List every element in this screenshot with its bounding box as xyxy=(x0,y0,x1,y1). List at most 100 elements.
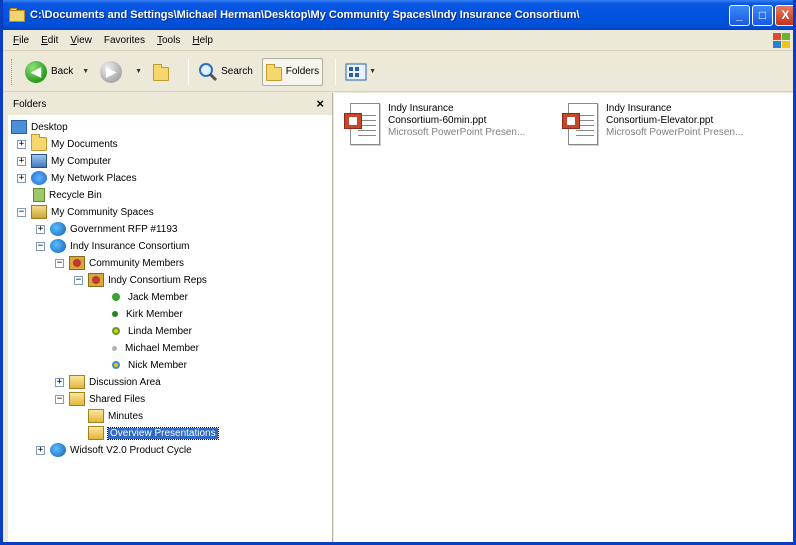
folder-icon xyxy=(31,134,47,151)
expand-icon[interactable]: + xyxy=(55,377,64,387)
tree-item-recycle-bin[interactable]: Recycle Bin xyxy=(31,187,102,203)
space-globe-icon xyxy=(50,443,66,457)
tree-item-my-community-spaces[interactable]: − My Community Spaces xyxy=(17,204,154,220)
tree-label: Michael Member xyxy=(125,342,199,354)
expand-icon[interactable]: + xyxy=(17,156,26,166)
folders-pane: Folders × Desktop + My Documents + My Co… xyxy=(8,93,333,542)
up-folder-icon xyxy=(153,63,170,81)
file-item[interactable]: Indy Insurance Consortium-Elevator.ppt M… xyxy=(562,103,743,147)
collapse-icon[interactable]: − xyxy=(36,241,45,251)
menu-bar: File Edit View Favorites Tools Help xyxy=(3,30,793,51)
powerpoint-file-icon xyxy=(562,103,602,147)
tree-item-my-computer[interactable]: + My Computer xyxy=(17,153,111,169)
windows-logo-icon xyxy=(771,32,791,49)
tree-item-government-rfp[interactable]: + Government RFP #1193 xyxy=(36,221,177,237)
tree-item-widsoft[interactable]: + Widsoft V2.0 Product Cycle xyxy=(36,442,192,458)
tree-label: Minutes xyxy=(108,410,144,422)
tree-label-selected: Overview Presentations xyxy=(107,426,219,440)
members-icon xyxy=(88,273,104,287)
forward-button[interactable]: ▶ xyxy=(97,58,129,86)
close-button[interactable]: X xyxy=(775,5,793,26)
menu-tools-label: ools xyxy=(162,34,181,46)
folders-pane-close-icon[interactable]: × xyxy=(316,96,324,111)
menu-help[interactable]: Help xyxy=(192,35,213,46)
tree-label: Widsoft V2.0 Product Cycle xyxy=(70,444,192,456)
menu-file[interactable]: File xyxy=(13,35,29,46)
tree-item-member[interactable]: Jack Member xyxy=(108,289,188,305)
tree-item-community-members[interactable]: − Community Members xyxy=(55,255,184,271)
file-name-line1: Indy Insurance xyxy=(388,103,454,114)
tree-item-indy-reps[interactable]: − Indy Consortium Reps xyxy=(74,272,207,288)
tree-label: Linda Member xyxy=(128,325,192,337)
back-dropdown-icon[interactable]: ▼ xyxy=(82,68,89,75)
up-folder-button[interactable] xyxy=(150,58,176,86)
tree-label: Recycle Bin xyxy=(49,189,102,201)
tree-item-my-documents[interactable]: + My Documents xyxy=(17,134,118,152)
title-bar[interactable]: C:\Documents and Settings\Michael Herman… xyxy=(3,0,793,30)
tree-item-member[interactable]: Kirk Member xyxy=(108,306,183,322)
tree-label: Kirk Member xyxy=(126,308,183,320)
file-item[interactable]: Indy Insurance Consortium-60min.ppt Micr… xyxy=(344,103,525,147)
collapse-icon[interactable]: − xyxy=(55,394,64,404)
tree-item-indy-insurance[interactable]: − Indy Insurance Consortium xyxy=(36,238,190,254)
window-title: C:\Documents and Settings\Michael Herman… xyxy=(30,9,580,21)
folders-button[interactable]: Folders xyxy=(261,57,324,86)
tree-item-minutes[interactable]: Minutes xyxy=(88,408,143,424)
folder-icon xyxy=(88,426,104,440)
search-button[interactable]: Search xyxy=(195,58,256,86)
forward-arrow-icon: ▶ xyxy=(100,60,123,83)
expand-icon[interactable]: + xyxy=(17,139,26,149)
tree-item-overview-presentations[interactable]: Overview Presentations xyxy=(88,425,219,441)
views-dropdown-icon: ▼ xyxy=(369,68,377,75)
space-globe-icon xyxy=(50,239,66,253)
tree-label: Discussion Area xyxy=(89,376,161,388)
tree-label: Nick Member xyxy=(128,359,187,371)
menu-help-label: elp xyxy=(199,34,213,46)
collapse-icon[interactable]: − xyxy=(55,258,64,268)
tree-label: My Community Spaces xyxy=(51,206,154,218)
menu-view[interactable]: View xyxy=(70,35,92,46)
minimize-button[interactable]: _ xyxy=(729,5,750,26)
tree-item-shared-files[interactable]: − Shared Files xyxy=(55,391,145,407)
tree-item-my-network-places[interactable]: + My Network Places xyxy=(17,170,137,186)
expand-icon[interactable]: + xyxy=(17,173,26,183)
expand-icon[interactable]: + xyxy=(36,445,45,455)
collapse-icon[interactable]: − xyxy=(17,207,26,217)
discussion-icon xyxy=(69,375,85,389)
folders-label: Folders xyxy=(285,66,320,77)
menu-file-label: ile xyxy=(19,34,30,46)
tree-item-member[interactable]: Nick Member xyxy=(108,357,187,373)
tree-item-desktop[interactable]: Desktop xyxy=(11,119,68,135)
recycle-bin-icon xyxy=(33,188,45,202)
search-label: Search xyxy=(221,66,253,77)
tree-item-member[interactable]: Linda Member xyxy=(108,323,192,339)
folders-pane-title: Folders xyxy=(13,98,47,110)
back-arrow-icon: ◀ xyxy=(25,60,47,83)
menu-edit[interactable]: Edit xyxy=(41,35,58,46)
collapse-icon[interactable]: − xyxy=(74,275,83,285)
maximize-button[interactable]: □ xyxy=(752,5,773,26)
tree-item-discussion-area[interactable]: + Discussion Area xyxy=(55,374,161,390)
powerpoint-file-icon xyxy=(344,103,384,147)
tree-item-member[interactable]: Michael Member xyxy=(108,340,199,356)
member-status-icon xyxy=(112,293,120,301)
menu-view-label: iew xyxy=(76,34,92,46)
toolbar: ◀ Back ▼ ▶ ▼ Search Folders ▼ xyxy=(3,52,793,92)
back-button[interactable]: ◀ Back xyxy=(22,58,76,86)
tree-label: Community Members xyxy=(89,257,185,269)
views-button[interactable]: ▼ xyxy=(342,58,387,86)
member-status-icon xyxy=(112,311,118,317)
expand-icon[interactable]: + xyxy=(36,224,45,234)
space-globe-icon xyxy=(50,222,66,236)
folders-pane-header: Folders × xyxy=(8,93,332,115)
menu-tools[interactable]: Tools xyxy=(157,35,180,46)
forward-dropdown-icon[interactable]: ▼ xyxy=(135,68,142,75)
folder-tree: Desktop + My Documents + My Computer + M… xyxy=(8,115,332,457)
toolbar-separator xyxy=(335,58,337,85)
file-list-pane: Indy Insurance Consortium-60min.ppt Micr… xyxy=(334,93,793,542)
toolbar-grip[interactable] xyxy=(11,58,14,85)
menu-favorites[interactable]: Favorites xyxy=(104,35,145,46)
menu-edit-label: dit xyxy=(47,34,59,46)
community-spaces-icon xyxy=(31,205,47,219)
member-status-icon xyxy=(112,345,117,351)
